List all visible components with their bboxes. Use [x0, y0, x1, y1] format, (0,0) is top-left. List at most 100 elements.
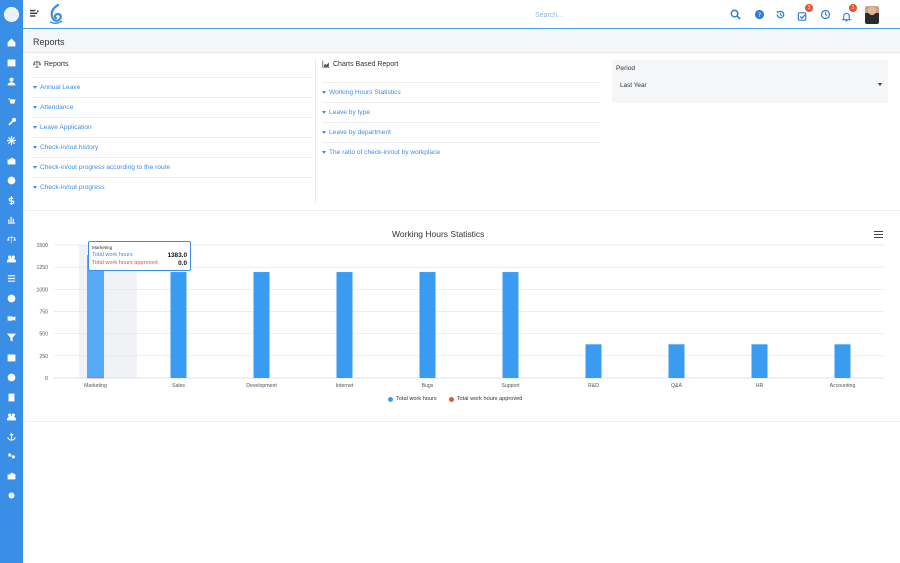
x-tick-label: R&D — [588, 383, 599, 389]
globe-icon[interactable] — [6, 175, 17, 186]
y-tick-label: 1250 — [36, 265, 48, 271]
chart-report-link[interactable]: Working Hours Statistics — [322, 82, 600, 102]
legend-item-approved[interactable]: Total work hours approved — [448, 396, 522, 402]
tooltip-row-total: Total work hours 1383.0 — [92, 252, 187, 259]
x-tick-label: Internet — [336, 383, 354, 389]
chart-report-link-label: Leave by type — [329, 109, 371, 116]
period-selected-value: Last Year — [620, 81, 647, 89]
charts-report-link-list: Working Hours Statistics Leave by type Lea… — [322, 82, 600, 162]
caret-down-icon — [322, 131, 326, 134]
chart-legend: Total work hours Total work hours approv… — [388, 396, 522, 402]
settings-icon[interactable] — [6, 490, 17, 501]
list-icon[interactable] — [6, 273, 17, 284]
search-icon[interactable] — [730, 9, 741, 20]
report-link-label: Check-in/out progress — [40, 184, 105, 191]
home-icon[interactable] — [6, 37, 17, 48]
brand-logo-icon[interactable] — [49, 4, 63, 24]
bar-total-work-hours — [419, 272, 436, 378]
y-tick-label: 250 — [39, 354, 48, 360]
filter-icon[interactable] — [6, 332, 17, 343]
approvals-button[interactable]: 3 — [797, 4, 813, 21]
report-link[interactable]: Check-in/out progress according to the r… — [33, 157, 311, 177]
page-header: Reports — [23, 30, 900, 53]
tooltip-label-total: Total work hours — [92, 252, 133, 258]
reports-link-list: Annual Leave Attendance Leave Application C… — [33, 77, 311, 197]
bar-chart-icon[interactable] — [6, 214, 17, 225]
user-icon[interactable] — [6, 76, 17, 87]
svg-text:?: ? — [758, 11, 761, 19]
top-header: ? 3 1 — [23, 0, 900, 29]
search-input[interactable] — [535, 9, 715, 21]
report-link-label: Leave Application — [40, 124, 92, 131]
report-link[interactable]: Check-in/out progress — [33, 177, 311, 197]
key-icon[interactable] — [6, 116, 17, 127]
x-tick-label: Sales — [172, 383, 185, 389]
history-icon[interactable] — [775, 9, 786, 20]
y-tick-label: 500 — [39, 332, 48, 338]
balance-scale-icon — [33, 60, 41, 68]
user-avatar[interactable] — [865, 6, 879, 24]
bar-total-work-hours — [668, 344, 685, 378]
tooltip-value-approved: 0.0 — [178, 260, 187, 267]
column-divider — [315, 58, 316, 204]
notifications-badge: 1 — [849, 4, 857, 12]
factory-icon[interactable] — [6, 155, 17, 166]
caret-down-icon — [33, 86, 37, 89]
period-select[interactable]: Last Year — [616, 79, 882, 91]
chevron-down-icon — [878, 83, 882, 86]
menu-toggle-icon[interactable] — [30, 9, 39, 18]
caret-down-icon — [322, 91, 326, 94]
chart-report-link[interactable]: Leave by department — [322, 122, 600, 142]
y-tick-label: 1500 — [36, 243, 48, 249]
chart-report-link[interactable]: Leave by type — [322, 102, 600, 122]
report-link-label: Check-in/out history — [40, 144, 99, 151]
caret-down-icon — [33, 166, 37, 169]
notifications-button[interactable]: 1 — [841, 4, 857, 22]
user-circle-icon[interactable] — [6, 372, 17, 383]
legend-item-total[interactable]: Total work hours — [388, 396, 437, 402]
industry-icon[interactable] — [6, 470, 17, 481]
calendar-days-icon[interactable] — [6, 352, 17, 363]
company-logo-icon[interactable] — [4, 7, 19, 22]
report-link-label: Check-in/out progress according to the r… — [40, 164, 171, 171]
dollar-icon[interactable] — [6, 195, 17, 206]
balance-scale-icon[interactable] — [6, 234, 17, 245]
page-title: Reports — [33, 37, 65, 47]
team-icon[interactable] — [6, 253, 17, 264]
caret-down-icon — [33, 106, 37, 109]
y-tick-label: 1000 — [36, 287, 48, 293]
caret-down-icon — [33, 126, 37, 129]
clock-icon[interactable] — [820, 9, 831, 20]
chart-report-link-label: The ratio of check-in/out by workplace — [329, 149, 441, 156]
report-link[interactable]: Check-in/out history — [33, 137, 311, 157]
caret-down-icon — [322, 111, 326, 114]
x-tick-label: Bugs — [422, 383, 434, 389]
x-tick-label: Marketing — [84, 383, 107, 389]
users-icon[interactable] — [6, 411, 17, 422]
bell-icon — [841, 12, 852, 22]
x-tick-label: Support — [501, 383, 520, 389]
report-link[interactable]: Attendance — [33, 97, 311, 117]
tooltip-label-approved: Total work hours approved — [92, 260, 158, 266]
reports-section-title: Reports — [33, 60, 69, 68]
anchor-icon[interactable] — [6, 431, 17, 442]
help-icon[interactable] — [6, 293, 17, 304]
check-square-icon — [797, 12, 807, 21]
id-card-icon[interactable] — [6, 392, 17, 403]
sidebar — [0, 0, 23, 563]
cogs-icon[interactable] — [6, 450, 17, 461]
calendar-icon[interactable] — [6, 57, 17, 68]
tooltip-row-approved: Total work hours approved 0.0 — [92, 260, 187, 267]
x-tick-label: HR — [756, 383, 764, 389]
chart-report-link-label: Leave by department — [329, 129, 391, 136]
cart-icon[interactable] — [6, 96, 17, 107]
report-link[interactable]: Annual Leave — [33, 77, 311, 97]
snowflake-icon[interactable] — [6, 135, 17, 146]
y-tick-label: 0 — [45, 376, 48, 382]
video-icon[interactable] — [6, 313, 17, 324]
bar-total-work-hours — [502, 272, 519, 378]
help-icon[interactable]: ? — [754, 9, 765, 20]
bar-total-work-hours — [585, 344, 602, 378]
chart-report-link[interactable]: The ratio of check-in/out by workplace — [322, 142, 600, 162]
report-link[interactable]: Leave Application — [33, 117, 311, 137]
